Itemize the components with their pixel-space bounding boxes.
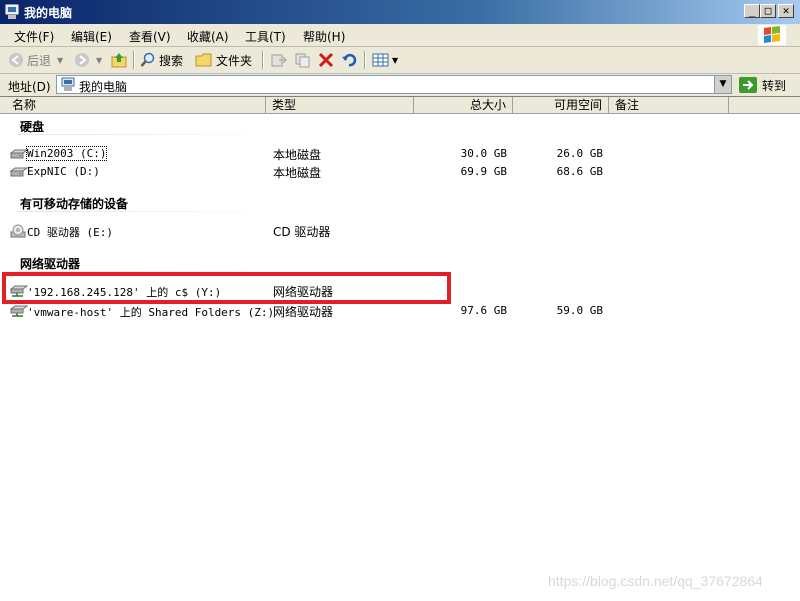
group-header-hard-disks: 硬盘 [20,120,45,134]
list-item-drive-e[interactable]: CD 驱动器 (E:) CD 驱动器 [0,223,800,239]
search-icon [140,52,155,67]
search-button[interactable]: 搜索 [140,50,183,70]
menu-file[interactable]: 文件(F) [14,28,54,45]
move-to-icon [271,54,287,67]
up-folder-icon [111,53,127,68]
toolbar: 后退 ▼ ▼ 搜索 文件夹 ▼ [0,47,800,74]
folder-icon [195,53,212,67]
item-free-space: 59.0 GB [556,304,603,317]
address-value: 我的电脑 [79,80,128,94]
address-input[interactable]: 我的电脑 ▼ [56,75,732,94]
item-total-size: 30.0 GB [460,147,507,160]
item-total-size: 69.9 GB [460,165,507,178]
address-bar: 地址(D) 我的电脑 ▼ 转到 [0,74,800,96]
undo-button[interactable] [341,50,357,70]
minimize-button[interactable]: _ [744,4,760,18]
close-button[interactable]: ✕ [778,4,794,18]
item-type: 本地磁盘 [273,148,322,162]
maximize-button[interactable]: □ [760,4,776,18]
item-name: ExpNIC (D:) [27,165,100,178]
back-label: 后退 [27,53,52,68]
item-free-space: 68.6 GB [556,165,603,178]
column-header-free-space[interactable]: 可用空间 [513,97,609,114]
hard-disk-icon [10,167,28,177]
copy-to-button[interactable] [294,50,312,70]
delete-button[interactable] [318,50,334,70]
search-label: 搜索 [159,53,184,68]
forward-button[interactable]: ▼ [74,50,102,70]
copy-to-icon [295,53,310,68]
item-name: Win2003 (C:) [25,146,108,161]
menu-favorites[interactable]: 收藏(A) [187,28,229,45]
list-item-drive-y[interactable]: '192.168.245.128' 上的 c$ (Y:) 网络驱动器 [0,283,800,299]
hard-disk-icon [10,149,28,159]
cd-drive-icon [10,224,26,238]
back-dropdown-icon[interactable]: ▼ [57,56,63,65]
title-bar[interactable]: 我的电脑 _ □ ✕ [0,0,800,24]
column-header-type[interactable]: 类型 [266,97,414,114]
views-grid-icon [372,53,389,67]
list-item-drive-c[interactable]: Win2003 (C:) 本地磁盘 30.0 GB 26.0 GB [0,146,800,162]
menu-bar: 文件(F) 编辑(E) 查看(V) 收藏(A) 工具(T) 帮助(H) [0,24,800,47]
item-type: 本地磁盘 [273,166,322,180]
menu-help[interactable]: 帮助(H) [303,28,345,45]
item-type: CD 驱动器 [273,225,331,239]
item-total-size: 97.6 GB [460,304,507,317]
my-computer-icon [5,4,19,19]
window-title: 我的电脑 [24,6,73,20]
file-list: 名称 类型 总大小 可用空间 备注 硬盘 Win2003 (C:) 本地磁盘 3… [0,96,800,601]
go-arrow-icon [739,77,757,93]
views-dropdown-icon[interactable]: ▼ [392,56,398,65]
my-computer-icon [61,77,75,91]
group-header-network-drives: 网络驱动器 [20,257,81,271]
back-button[interactable]: 后退 ▼ [8,50,63,70]
folders-button[interactable]: 文件夹 [195,50,252,70]
column-header-name[interactable]: 名称 [0,97,266,114]
back-arrow-icon [9,53,23,67]
windows-logo-icon [758,25,786,45]
watermark-text: https://blog.csdn.net/qq_37672864 [548,573,763,589]
undo-icon [342,53,357,67]
group-divider [18,271,288,272]
delete-x-icon [318,52,334,68]
menu-edit[interactable]: 编辑(E) [71,28,112,45]
column-header-filler [729,97,800,114]
network-drive-icon [10,305,28,317]
group-header-removable-storage: 有可移动存储的设备 [20,197,129,211]
column-header-comments[interactable]: 备注 [609,97,729,114]
address-dropdown-icon[interactable]: ▼ [714,76,731,93]
forward-arrow-icon [75,53,89,67]
explorer-window: 我的电脑 _ □ ✕ 文件(F) 编辑(E) 查看(V) 收藏(A) 工具(T)… [0,0,800,601]
item-type: 网络驱动器 [273,285,334,299]
go-button[interactable]: 转到 [738,75,786,95]
menu-tools[interactable]: 工具(T) [245,28,286,45]
move-to-button[interactable] [270,50,288,70]
group-divider [18,134,288,135]
item-free-space: 26.0 GB [556,147,603,160]
forward-dropdown-icon[interactable]: ▼ [96,56,102,65]
folders-label: 文件夹 [216,53,253,68]
item-type: 网络驱动器 [273,305,334,319]
list-item-drive-z[interactable]: 'vmware-host' 上的 Shared Folders (Z:) 网络驱… [0,303,800,319]
column-header-total-size[interactable]: 总大小 [414,97,513,114]
group-divider [18,211,288,212]
up-folder-button[interactable] [110,50,128,70]
network-drive-icon [10,285,28,297]
item-name: CD 驱动器 (E:) [27,226,113,239]
views-button[interactable]: ▼ [372,50,398,70]
toolbar-separator [262,51,264,69]
toolbar-separator [133,51,135,69]
list-item-drive-d[interactable]: ExpNIC (D:) 本地磁盘 69.9 GB 68.6 GB [0,164,800,180]
item-name: 'vmware-host' 上的 Shared Folders (Z:) [27,306,275,319]
item-name: '192.168.245.128' 上的 c$ (Y:) [27,286,222,299]
menu-view[interactable]: 查看(V) [129,28,171,45]
toolbar-separator [364,51,366,69]
go-label: 转到 [762,78,787,93]
address-label: 地址(D) [8,80,51,94]
